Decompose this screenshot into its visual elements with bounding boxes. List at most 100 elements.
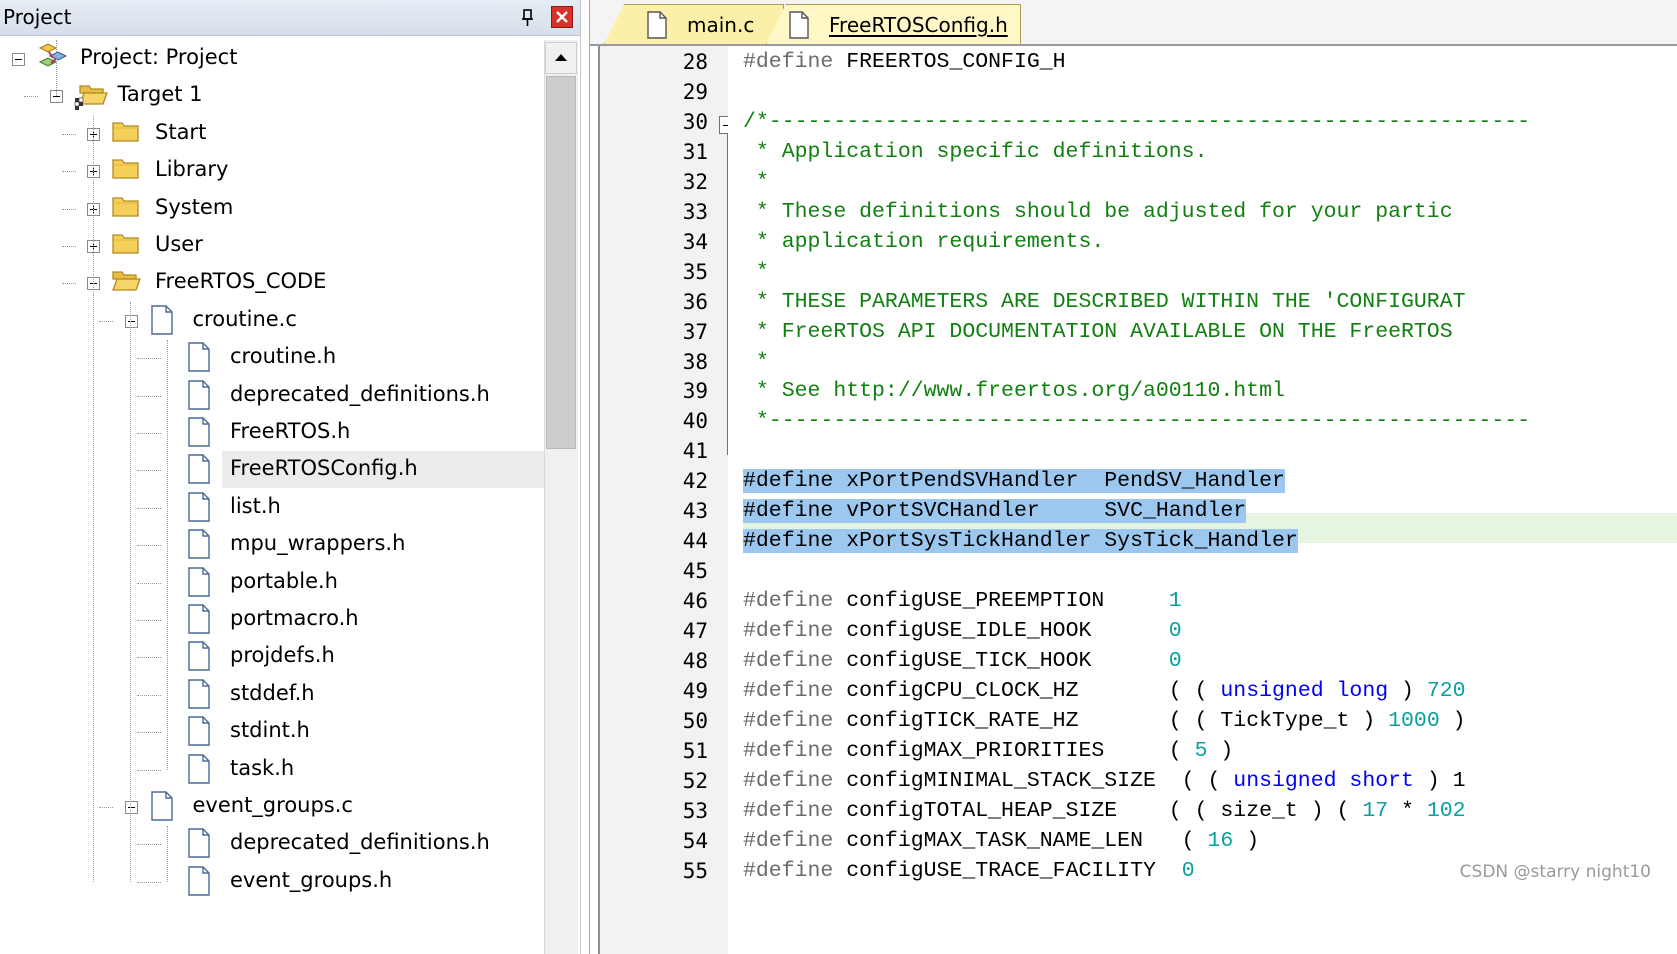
tree-item[interactable]: [0, 788, 544, 825]
code-text: configMAX_TASK_NAME_LEN (: [833, 828, 1208, 853]
line-number: 35: [682, 259, 708, 284]
keyword-define: #define: [743, 589, 834, 614]
line-number: 31: [682, 139, 708, 164]
number-literal: 1000: [1388, 708, 1440, 733]
comment-text: * THESE PARAMETERS ARE DESCRIBED WITHIN …: [743, 289, 1466, 314]
tab-label: main.c: [687, 13, 755, 37]
number-literal: 0: [1168, 649, 1182, 673]
file-icon: [787, 11, 811, 43]
tree-item[interactable]: [0, 339, 544, 376]
code-text: ): [1439, 708, 1466, 733]
line-number: 52: [682, 768, 708, 793]
number-literal: 102: [1426, 798, 1466, 823]
comment-text: /*--------------------------------------…: [743, 109, 1531, 134]
code-text: configMAX_PRIORITIES (: [833, 738, 1195, 763]
tree-item[interactable]: [0, 302, 544, 339]
keyword-define: #define: [743, 678, 834, 703]
line-number: 49: [682, 678, 708, 703]
keyword-define: #define: [743, 619, 834, 644]
code-text-area[interactable]: #define FREERTOS_CONFIG_H /*-------------…: [728, 46, 1677, 954]
scroll-thumb[interactable]: [546, 76, 576, 449]
code-text: configUSE_TRACE_FACILITY: [833, 858, 1182, 883]
code-text: *: [1388, 798, 1427, 823]
tree-item[interactable]: [0, 713, 544, 750]
tree-item[interactable]: [0, 863, 544, 900]
tree-item[interactable]: [0, 115, 544, 152]
tab-main-c[interactable]: main.c: [604, 4, 784, 44]
code-line: #define configCPU_CLOCK_HZ ( ( unsigned …: [743, 679, 1466, 703]
scroll-up-button[interactable]: [545, 42, 577, 74]
comment-text: *: [743, 259, 769, 284]
code-line: #define configMAX_TASK_NAME_LEN ( 16 ): [743, 829, 1259, 853]
code-line: *: [743, 260, 769, 284]
pin-icon[interactable]: [516, 6, 540, 30]
code-line: * These definitions should be adjusted f…: [743, 200, 1453, 224]
project-panel-header: Project: [0, 0, 580, 36]
line-number: 41: [682, 439, 708, 464]
project-tree: Project: Project Target 1 Start Library Syst…: [0, 37, 544, 954]
line-number-gutter: 28 29 30 31 32 33 34 35 36 37 38 39 40 41 42 43 44 45 46 47…: [600, 46, 728, 954]
code-line: *: [743, 170, 769, 194]
tree-guide: [130, 302, 131, 882]
number-literal: 1: [1168, 589, 1182, 614]
code-text: configMINIMAL_STACK_SIZE ( (: [833, 768, 1234, 793]
project-panel: Project Project: Project Target 1 Start Lib…: [0, 0, 581, 954]
code-text: configTICK_RATE_HZ ( ( TickType_t ): [833, 708, 1389, 733]
type-keyword: unsigned long: [1220, 678, 1389, 703]
tree-item[interactable]: [0, 638, 544, 675]
code-line: #define xPortPendSVHandler PendSV_Handle…: [743, 469, 1285, 494]
keyword-define: #define: [743, 858, 834, 883]
code-line: *---------------------------------------…: [743, 409, 1530, 433]
tree-item[interactable]: [0, 264, 544, 301]
code-line: #define configTOTAL_HEAP_SIZE ( ( size_t…: [743, 799, 1466, 823]
number-literal: 16: [1207, 828, 1234, 853]
code-line: #define configTICK_RATE_HZ ( ( TickType_…: [743, 709, 1466, 733]
tree-item[interactable]: [0, 489, 544, 526]
comment-text: *---------------------------------------…: [743, 409, 1531, 434]
tree-item[interactable]: [0, 190, 544, 227]
line-number: 34: [682, 229, 708, 254]
keyword-define: #define: [743, 649, 834, 673]
tree-item[interactable]: [0, 152, 544, 189]
tree-item[interactable]: [0, 751, 544, 788]
line-number: 38: [682, 349, 708, 374]
keyword-define: #define: [743, 798, 834, 823]
tree-item[interactable]: [0, 526, 544, 563]
selected-text: #define xPortPendSVHandler PendSV_Handle…: [743, 469, 1285, 494]
tree-item[interactable]: [0, 40, 544, 77]
line-number: 50: [682, 708, 708, 733]
tree-item[interactable]: [0, 564, 544, 601]
tree-guide: [56, 40, 57, 97]
tree-item[interactable]: [0, 825, 544, 862]
code-line: * FreeRTOS API DOCUMENTATION AVAILABLE O…: [743, 320, 1453, 344]
selected-text: #define xPortSysTickHandler SysTick_Hand…: [743, 529, 1298, 554]
project-tree-scrollbar[interactable]: [544, 40, 578, 954]
close-panel-button[interactable]: [551, 6, 573, 28]
code-line: * See http://www.freertos.org/a00110.htm…: [743, 379, 1285, 403]
keyword-define: #define: [743, 50, 834, 74]
tree-item[interactable]: [0, 676, 544, 713]
code-text: FREERTOS_CONFIG_H: [833, 50, 1066, 74]
tree-item[interactable]: [0, 414, 544, 451]
line-number: 40: [682, 409, 708, 434]
tree-item[interactable]: [0, 451, 544, 488]
code-editor: main.c FreeRTOSConfig.h 28 29 30 31 32 33 34 35…: [589, 0, 1677, 954]
keyword-define: #define: [743, 768, 834, 793]
comment-text: * application requirements.: [743, 229, 1105, 254]
code-line: * THESE PARAMETERS ARE DESCRIBED WITHIN …: [743, 290, 1466, 314]
line-number: 51: [682, 738, 708, 763]
keyword-define: #define: [743, 828, 834, 853]
tree-item[interactable]: [0, 227, 544, 264]
tab-freertosconfig-h[interactable]: FreeRTOSConfig.h: [766, 4, 1021, 44]
line-number: 55: [682, 858, 708, 883]
number-literal: 720: [1426, 678, 1466, 703]
code-line: #define configUSE_PREEMPTION 1: [743, 589, 1182, 613]
comment-text: *: [743, 169, 769, 194]
code-text: configUSE_PREEMPTION: [833, 589, 1169, 614]
tree-item[interactable]: [0, 377, 544, 414]
tree-item[interactable]: [0, 77, 544, 114]
line-number: 30: [682, 109, 708, 134]
line-number: 44: [682, 529, 708, 554]
tree-item[interactable]: [0, 601, 544, 638]
code-text: configUSE_TICK_HOOK: [833, 649, 1169, 673]
